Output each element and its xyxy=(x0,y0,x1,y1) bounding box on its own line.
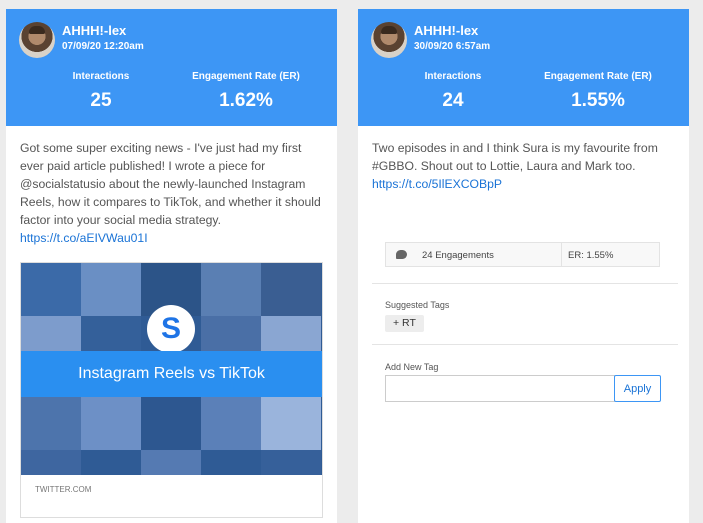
interactions-label: Interactions xyxy=(424,71,482,82)
engagement-rate-value: 1.55% xyxy=(571,90,625,111)
engagement-rate-metric: Engagement Rate (ER) 1.55% xyxy=(523,71,673,112)
post-link[interactable]: https://t.co/5IlEXCOBpP xyxy=(372,175,678,193)
link-preview-card[interactable]: S Instagram Reels vs TikTok TWITTER.COM xyxy=(20,262,323,518)
post-header: AHHH!-lex 07/09/20 12:20am Interactions … xyxy=(6,9,337,126)
interactions-value: 25 xyxy=(90,90,112,111)
engagement-rate-value: 1.62% xyxy=(219,90,273,111)
preview-domain: TWITTER.COM xyxy=(35,485,92,494)
apply-button[interactable]: Apply xyxy=(614,375,661,402)
divider xyxy=(372,344,678,345)
engagement-rate-label: Engagement Rate (ER) xyxy=(544,71,652,82)
preview-image: S Instagram Reels vs TikTok xyxy=(21,263,322,475)
post-body: Two episodes in and I think Sura is my f… xyxy=(372,141,658,173)
post-text: Two episodes in and I think Sura is my f… xyxy=(372,139,678,193)
engagement-rate-label: Engagement Rate (ER) xyxy=(192,71,300,82)
post-link[interactable]: https://t.co/aEIVWau01I xyxy=(20,229,326,247)
suggested-tag-chip[interactable]: + RT xyxy=(385,315,424,332)
suggested-tags-label: Suggested Tags xyxy=(385,300,450,310)
engagement-stats-row: 24 Engagements ER: 1.55% xyxy=(385,242,660,267)
username[interactable]: AHHH!-lex xyxy=(62,23,126,38)
add-tag-label: Add New Tag xyxy=(385,362,439,372)
avatar[interactable] xyxy=(371,22,407,58)
engagement-rate-metric: Engagement Rate (ER) 1.62% xyxy=(171,71,321,112)
post-text: Got some super exciting news - I've just… xyxy=(20,139,326,247)
new-tag-input[interactable] xyxy=(385,375,615,402)
preview-banner: Instagram Reels vs TikTok xyxy=(21,351,322,397)
post-date: 30/09/20 6:57am xyxy=(414,41,491,52)
post-header: AHHH!-lex 30/09/20 6:57am Interactions 2… xyxy=(358,9,689,126)
engagements-count: 24 Engagements xyxy=(422,250,494,261)
post-card: AHHH!-lex 30/09/20 6:57am Interactions 2… xyxy=(358,9,689,523)
avatar[interactable] xyxy=(19,22,55,58)
stats-engagement-rate: ER: 1.55% xyxy=(568,250,614,261)
stats-divider xyxy=(561,243,562,266)
interactions-metric: Interactions 25 xyxy=(51,71,151,112)
comment-icon xyxy=(396,250,407,259)
interactions-value: 24 xyxy=(442,90,464,111)
brand-logo-icon: S xyxy=(147,305,195,353)
post-body: Got some super exciting news - I've just… xyxy=(20,141,321,227)
interactions-metric: Interactions 24 xyxy=(403,71,503,112)
interactions-label: Interactions xyxy=(72,71,130,82)
username[interactable]: AHHH!-lex xyxy=(414,23,478,38)
post-card: AHHH!-lex 07/09/20 12:20am Interactions … xyxy=(6,9,337,523)
divider xyxy=(372,283,678,284)
post-date: 07/09/20 12:20am xyxy=(62,41,144,52)
